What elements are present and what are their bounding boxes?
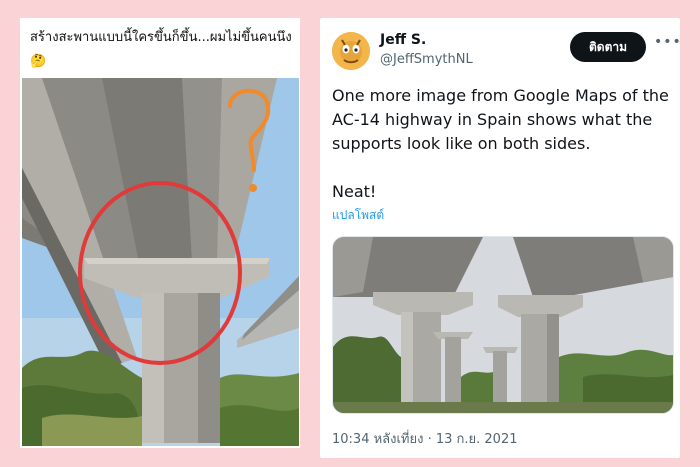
follow-button[interactable]: ติดตาม: [570, 32, 646, 62]
author-handle[interactable]: @JeffSmythNL: [380, 52, 473, 67]
tweet-timestamp[interactable]: 10:34 หลังเที่ยง · 13 ก.ย. 2021: [332, 428, 518, 449]
translate-post-link[interactable]: แปลโพสต์: [332, 206, 384, 225]
tweet-text: One more image from Google Maps of the A…: [332, 86, 669, 201]
tweet-media-image[interactable]: [332, 236, 674, 414]
bridge-photo-left: [22, 78, 299, 446]
tweet-card: Jeff S. @JeffSmythNL ติดตาม ••• One more…: [320, 18, 682, 458]
more-options-icon[interactable]: •••: [654, 34, 682, 50]
author-name[interactable]: Jeff S.: [380, 32, 426, 48]
left-post-card: สร้างสะพานแบบนี้ใครขึ้นก็ขึ้น...ผมไม่ขึ้…: [20, 18, 300, 448]
left-post-caption: สร้างสะพานแบบนี้ใครขึ้นก็ขึ้น...ผมไม่ขึ้…: [30, 30, 292, 69]
avatar[interactable]: [332, 32, 370, 70]
